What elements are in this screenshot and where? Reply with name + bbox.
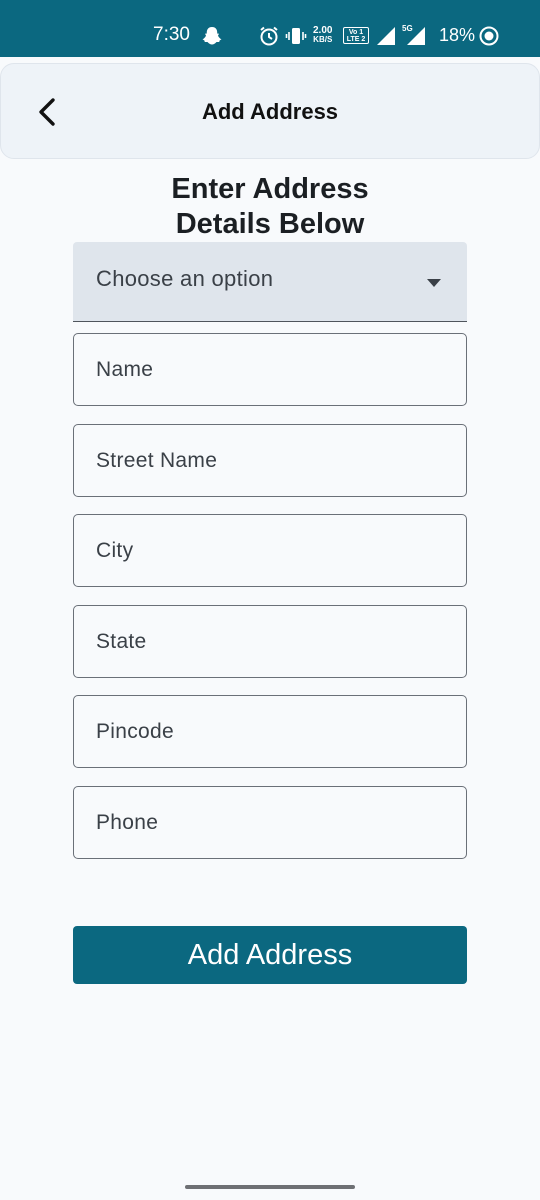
network-speed: 2.00 KB/S [313,26,333,45]
name-field [73,333,467,406]
app-bar: Add Address [0,63,540,159]
form-heading: Enter Address Details Below [120,172,420,242]
signal-icon [377,27,395,45]
volte-line1: Vo 1 [348,29,364,36]
state-input[interactable] [74,606,466,677]
volte-line2: LTE 2 [346,36,366,43]
battery-percent: 18% [439,25,476,45]
page-title: Add Address [201,99,339,124]
status-bar: 7:30 2.00 KB/S Vo 1 LTE 2 5G 18% [0,0,540,57]
pincode-input[interactable] [74,696,466,767]
city-input[interactable] [74,515,466,586]
pincode-field [73,695,467,768]
street-name-field [73,424,467,497]
screen: 7:30 2.00 KB/S Vo 1 LTE 2 5G 18% Add Add… [0,0,540,1200]
address-type-dropdown[interactable]: Choose an option [73,242,467,322]
alarm-icon [260,26,278,46]
form-heading-line2: Details Below [175,208,365,240]
battery-saver-icon [479,26,499,46]
add-address-button[interactable]: Add Address [73,926,467,984]
snapchat-icon [202,27,222,45]
dropdown-arrow-icon [427,279,441,287]
volte-badge: Vo 1 LTE 2 [343,27,369,44]
address-type-selected: Choose an option [96,266,274,291]
form-heading-line1: Enter Address [171,173,369,205]
home-indicator[interactable] [185,1185,355,1189]
city-field [73,514,467,587]
state-field [73,605,467,678]
street-name-input[interactable] [74,425,466,496]
add-address-button-label: Add Address [187,938,353,971]
name-input[interactable] [74,334,466,405]
signal-5g-icon [407,27,425,45]
network-speed-unit: KB/S [313,35,333,44]
vibrate-icon [285,28,307,44]
status-time: 7:30 [153,24,190,45]
phone-field [73,786,467,859]
phone-input[interactable] [74,787,466,858]
